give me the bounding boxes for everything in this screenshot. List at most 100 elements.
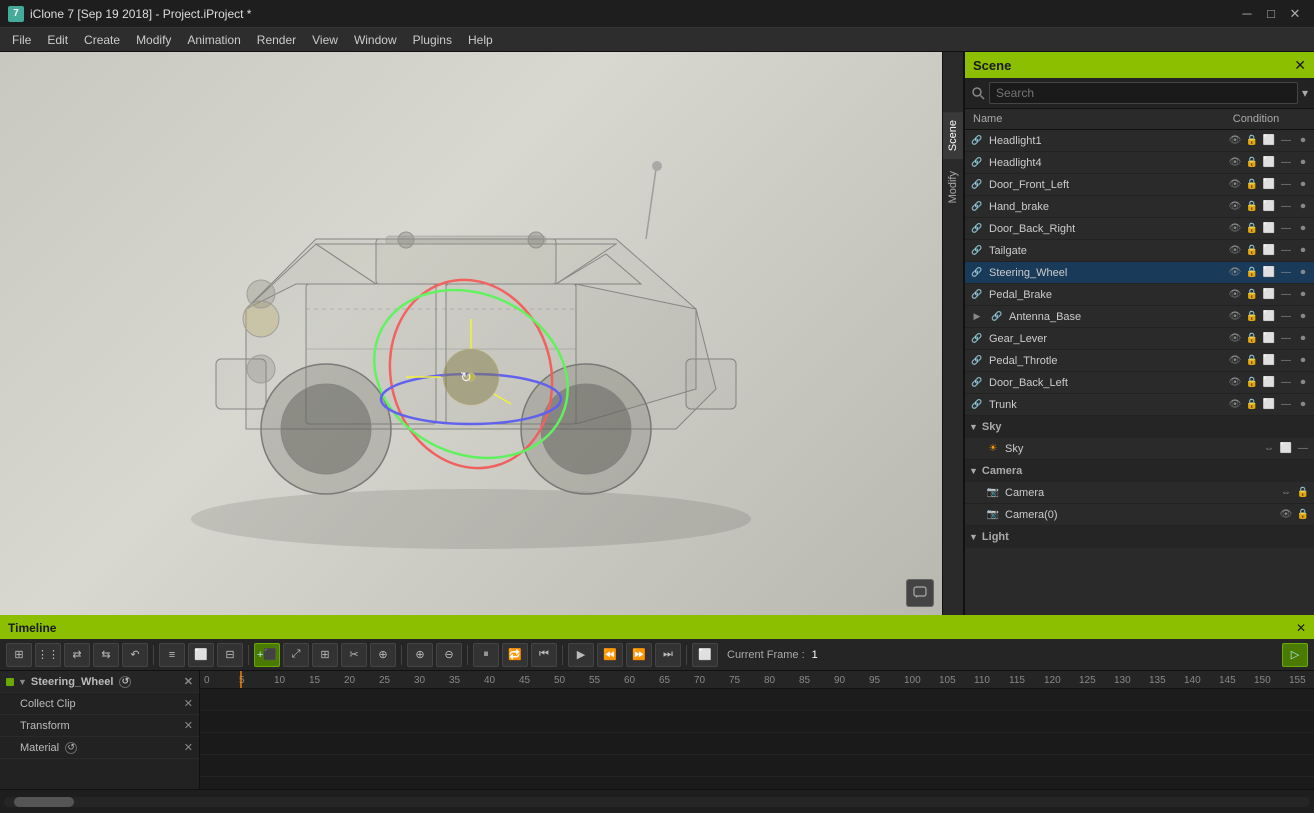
dot-icon[interactable]: ⏺: [1296, 178, 1310, 192]
camera-icon[interactable]: ⇔: [1279, 486, 1293, 500]
lock-icon[interactable]: 🔒: [1245, 156, 1259, 170]
viewport-chat-button[interactable]: [906, 579, 934, 607]
scene-item-sky[interactable]: ☀ Sky ⇔ ⬜ —: [965, 438, 1314, 460]
color-icon[interactable]: ⬜: [1262, 178, 1276, 192]
scene-item-pedal-brake[interactable]: 🔗 Pedal_Brake 👁 🔒 ⬜ — ⏺: [965, 284, 1314, 306]
restore-button[interactable]: □: [1260, 3, 1282, 25]
dot-icon[interactable]: ⏺: [1296, 376, 1310, 390]
visibility-icon[interactable]: 👁: [1228, 398, 1242, 412]
track-close-material[interactable]: ✕: [184, 741, 193, 754]
minus-icon[interactable]: —: [1279, 244, 1293, 258]
lock-icon[interactable]: 🔒: [1296, 508, 1310, 522]
minus-icon[interactable]: —: [1279, 354, 1293, 368]
scene-item-door-back-right[interactable]: 🔗 Door_Back_Right 👁 🔒 ⬜ — ⏺: [965, 218, 1314, 240]
menu-edit[interactable]: Edit: [39, 28, 76, 52]
track-close-steering-wheel[interactable]: ✕: [184, 675, 193, 688]
menu-render[interactable]: Render: [249, 28, 304, 52]
close-button[interactable]: ✕: [1284, 3, 1306, 25]
visibility-icon[interactable]: 👁: [1228, 332, 1242, 346]
tl-btn-zoom-out[interactable]: ⊖: [436, 643, 462, 667]
lock-icon[interactable]: 🔒: [1245, 200, 1259, 214]
menu-help[interactable]: Help: [460, 28, 501, 52]
dot-icon[interactable]: ⏺: [1296, 354, 1310, 368]
tl-btn-10[interactable]: ⊞: [312, 643, 338, 667]
visibility-icon[interactable]: 👁: [1279, 508, 1293, 522]
playhead[interactable]: [240, 671, 242, 688]
scene-item-door-front-left[interactable]: 🔗 Door_Front_Left 👁 🔒 ⬜ — ⏺: [965, 174, 1314, 196]
menu-view[interactable]: View: [304, 28, 346, 52]
visibility-icon[interactable]: 👁: [1228, 178, 1242, 192]
lock-icon[interactable]: 🔒: [1245, 398, 1259, 412]
tl-btn-zoom-in[interactable]: ⊕: [407, 643, 433, 667]
scene-item-camera0[interactable]: 📷 Camera(0) 👁 🔒: [965, 504, 1314, 526]
visibility-icon[interactable]: 👁: [1228, 310, 1242, 324]
track-material[interactable]: Material ↺ ✕: [0, 737, 199, 759]
color-icon[interactable]: ⬜: [1262, 288, 1276, 302]
tl-btn-3[interactable]: ⇄: [64, 643, 90, 667]
lock-icon[interactable]: 🔒: [1296, 486, 1310, 500]
track-collapse-icon[interactable]: ▼: [18, 677, 27, 687]
scene-item-gear-lever[interactable]: 🔗 Gear_Lever 👁 🔒 ⬜ — ⏺: [965, 328, 1314, 350]
scrollbar-thumb[interactable]: [14, 797, 74, 807]
track-loop-icon[interactable]: ↺: [119, 676, 131, 688]
track-close-collect-clip[interactable]: ✕: [184, 697, 193, 710]
color-icon[interactable]: ⬜: [1262, 134, 1276, 148]
color-icon[interactable]: ⬜: [1262, 266, 1276, 280]
color-icon[interactable]: ⬜: [1262, 222, 1276, 236]
dot-icon[interactable]: ⏺: [1296, 156, 1310, 170]
dot-icon[interactable]: ⏺: [1296, 266, 1310, 280]
visibility-icon[interactable]: 👁: [1228, 200, 1242, 214]
tl-btn-prev[interactable]: ⏮: [531, 643, 557, 667]
tl-btn-loop[interactable]: 🔁: [502, 643, 528, 667]
tl-btn-6[interactable]: ≡: [159, 643, 185, 667]
tl-btn-settings[interactable]: ⬜: [692, 643, 718, 667]
color-icon[interactable]: ⬜: [1262, 200, 1276, 214]
scene-item-pedal-throtle[interactable]: 🔗 Pedal_Throtle 👁 🔒 ⬜ — ⏺: [965, 350, 1314, 372]
scene-item-steering-wheel[interactable]: 🔗 Steering_Wheel 👁 🔒 ⬜ — ⏺: [965, 262, 1314, 284]
lock-icon[interactable]: 🔒: [1245, 178, 1259, 192]
lock-icon[interactable]: 🔒: [1245, 266, 1259, 280]
menu-plugins[interactable]: Plugins: [405, 28, 460, 52]
scene-item-antenna-base[interactable]: ▶ 🔗 Antenna_Base 👁 🔒 ⬜ — ⏺: [965, 306, 1314, 328]
minus-icon[interactable]: —: [1279, 376, 1293, 390]
tl-btn-prev2[interactable]: ⏪: [597, 643, 623, 667]
lock-icon[interactable]: 🔒: [1245, 354, 1259, 368]
menu-window[interactable]: Window: [346, 28, 405, 52]
visibility-icon[interactable]: 👁: [1228, 288, 1242, 302]
dot-icon[interactable]: ⏺: [1296, 332, 1310, 346]
dot-icon[interactable]: ⏺: [1296, 288, 1310, 302]
color-icon[interactable]: ⬜: [1262, 156, 1276, 170]
visibility-icon[interactable]: 👁: [1228, 376, 1242, 390]
tl-btn-record[interactable]: +⬛: [254, 643, 280, 667]
dot-icon[interactable]: ⏺: [1296, 200, 1310, 214]
scene-group-light-header[interactable]: ▼ Light: [965, 526, 1314, 548]
menu-modify[interactable]: Modify: [128, 28, 179, 52]
viewport[interactable]: ↻: [0, 52, 942, 615]
lock-icon[interactable]: 🔒: [1245, 134, 1259, 148]
minus-icon[interactable]: —: [1279, 156, 1293, 170]
visibility-icon[interactable]: 👁: [1228, 244, 1242, 258]
track-steering-wheel[interactable]: ▼ Steering_Wheel ↺ ✕: [0, 671, 199, 693]
track-transform[interactable]: Transform ✕: [0, 715, 199, 737]
tl-btn-end-marker[interactable]: ▷: [1282, 643, 1308, 667]
search-input[interactable]: [989, 82, 1298, 104]
minus-icon[interactable]: —: [1279, 134, 1293, 148]
scene-item-door-back-left[interactable]: 🔗 Door_Back_Left 👁 🔒 ⬜ — ⏺: [965, 372, 1314, 394]
tl-btn-11[interactable]: ✂: [341, 643, 367, 667]
tl-btn-9[interactable]: ⤢: [283, 643, 309, 667]
tl-btn-pause[interactable]: ⏸: [473, 643, 499, 667]
lock-icon[interactable]: 🔒: [1245, 222, 1259, 236]
minimize-button[interactable]: ─: [1236, 3, 1258, 25]
scene-item-trunk[interactable]: 🔗 Trunk 👁 🔒 ⬜ — ⏺: [965, 394, 1314, 416]
horizontal-scrollbar[interactable]: [4, 797, 1310, 807]
lock-icon[interactable]: 🔒: [1245, 310, 1259, 324]
dot-icon[interactable]: ⏺: [1296, 244, 1310, 258]
color-icon[interactable]: ⬜: [1262, 354, 1276, 368]
color-icon[interactable]: ⬜: [1262, 310, 1276, 324]
minus-icon[interactable]: —: [1279, 288, 1293, 302]
minus-icon[interactable]: —: [1279, 398, 1293, 412]
scene-tab[interactable]: Scene: [943, 112, 963, 159]
scene-group-sky-header[interactable]: ▼ Sky: [965, 416, 1314, 438]
minus-icon[interactable]: —: [1279, 332, 1293, 346]
tl-btn-8[interactable]: ⊟: [217, 643, 243, 667]
